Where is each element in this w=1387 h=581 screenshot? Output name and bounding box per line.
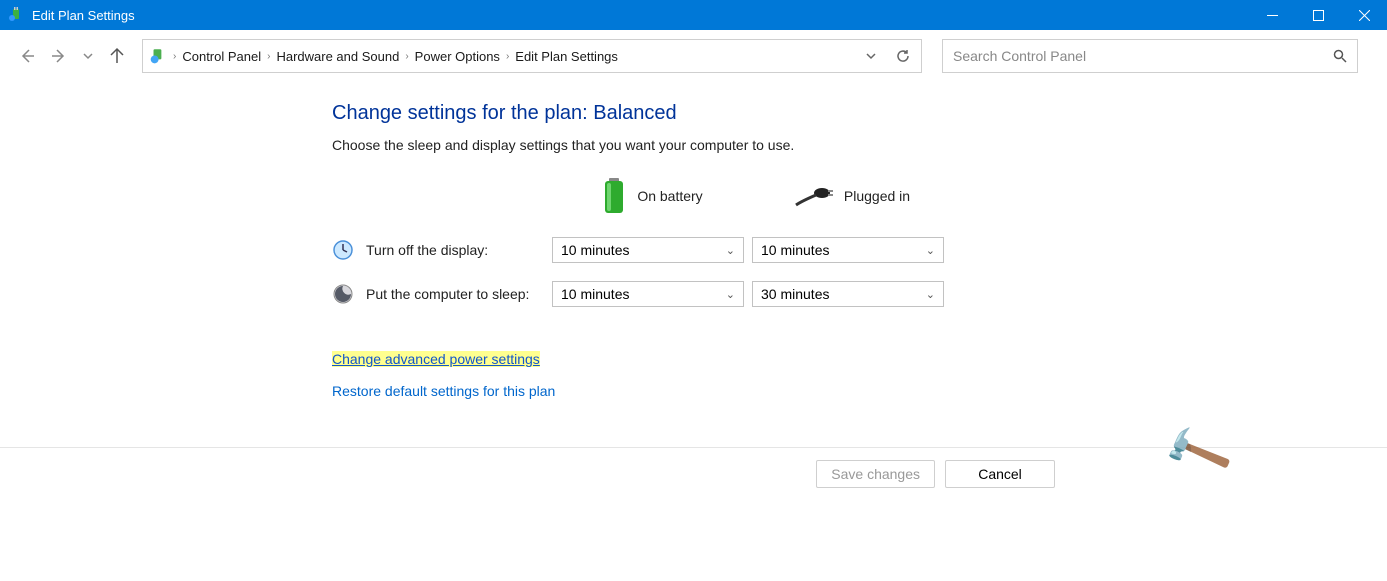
battery-icon	[601, 176, 627, 216]
page-heading: Change settings for the plan: Balanced	[332, 102, 1387, 125]
control-panel-icon	[149, 47, 167, 65]
sleep-plugged-select[interactable]: 30 minutes ⌄	[752, 281, 944, 307]
power-plan-icon	[8, 7, 24, 23]
chevron-right-icon: ›	[506, 51, 509, 62]
back-button[interactable]	[18, 47, 36, 65]
row-sleep-label: Put the computer to sleep:	[332, 283, 552, 305]
breadcrumb-item[interactable]: Hardware and Sound	[276, 49, 399, 64]
plug-icon	[794, 183, 834, 209]
chevron-right-icon: ›	[173, 51, 176, 62]
close-button[interactable]	[1341, 0, 1387, 30]
chevron-down-icon: ⌄	[926, 288, 935, 301]
address-bar[interactable]: › Control Panel › Hardware and Sound › P…	[142, 39, 922, 73]
chevron-down-icon: ⌄	[926, 244, 935, 257]
minimize-button[interactable]	[1249, 0, 1295, 30]
display-battery-select[interactable]: 10 minutes ⌄	[552, 237, 744, 263]
window-controls	[1249, 0, 1387, 30]
chevron-right-icon: ›	[267, 51, 270, 62]
breadcrumb-item[interactable]: Edit Plan Settings	[515, 49, 618, 64]
forward-button[interactable]	[50, 47, 68, 65]
chevron-down-icon: ⌄	[726, 244, 735, 257]
main-content: Change settings for the plan: Balanced C…	[0, 74, 1387, 425]
column-battery: On battery	[552, 173, 752, 219]
sleep-moon-icon	[332, 283, 354, 305]
display-timer-icon	[332, 239, 354, 261]
footer-buttons: Save changes Cancel	[0, 448, 1387, 500]
sleep-battery-select[interactable]: 10 minutes ⌄	[552, 281, 744, 307]
navigation-bar: › Control Panel › Hardware and Sound › P…	[0, 30, 1387, 74]
maximize-button[interactable]	[1295, 0, 1341, 30]
up-button[interactable]	[108, 47, 126, 65]
column-plugged-label: Plugged in	[844, 188, 910, 204]
page-subtext: Choose the sleep and display settings th…	[332, 137, 1387, 153]
cancel-button[interactable]: Cancel	[945, 460, 1055, 488]
row-display-label: Turn off the display:	[332, 239, 552, 261]
search-box[interactable]	[942, 39, 1358, 73]
breadcrumb-item[interactable]: Power Options	[415, 49, 500, 64]
search-input[interactable]	[953, 48, 1333, 64]
chevron-right-icon: ›	[405, 51, 408, 62]
address-history-button[interactable]	[865, 50, 877, 62]
links-section: Change advanced power settings Restore d…	[332, 351, 1387, 415]
refresh-button[interactable]	[895, 48, 911, 64]
column-plugged: Plugged in	[752, 173, 952, 219]
settings-grid: On battery Plugged in Turn off the displ…	[332, 173, 1387, 307]
recent-locations-button[interactable]	[82, 50, 94, 62]
breadcrumb-item[interactable]: Control Panel	[182, 49, 261, 64]
chevron-down-icon: ⌄	[726, 288, 735, 301]
advanced-power-settings-link[interactable]: Change advanced power settings	[332, 351, 540, 367]
title-bar: Edit Plan Settings	[0, 0, 1387, 30]
restore-defaults-link[interactable]: Restore default settings for this plan	[332, 383, 555, 399]
save-changes-button[interactable]: Save changes	[816, 460, 935, 488]
display-plugged-select[interactable]: 10 minutes ⌄	[752, 237, 944, 263]
window-title: Edit Plan Settings	[32, 8, 135, 23]
column-battery-label: On battery	[637, 188, 702, 204]
search-icon	[1333, 49, 1347, 63]
